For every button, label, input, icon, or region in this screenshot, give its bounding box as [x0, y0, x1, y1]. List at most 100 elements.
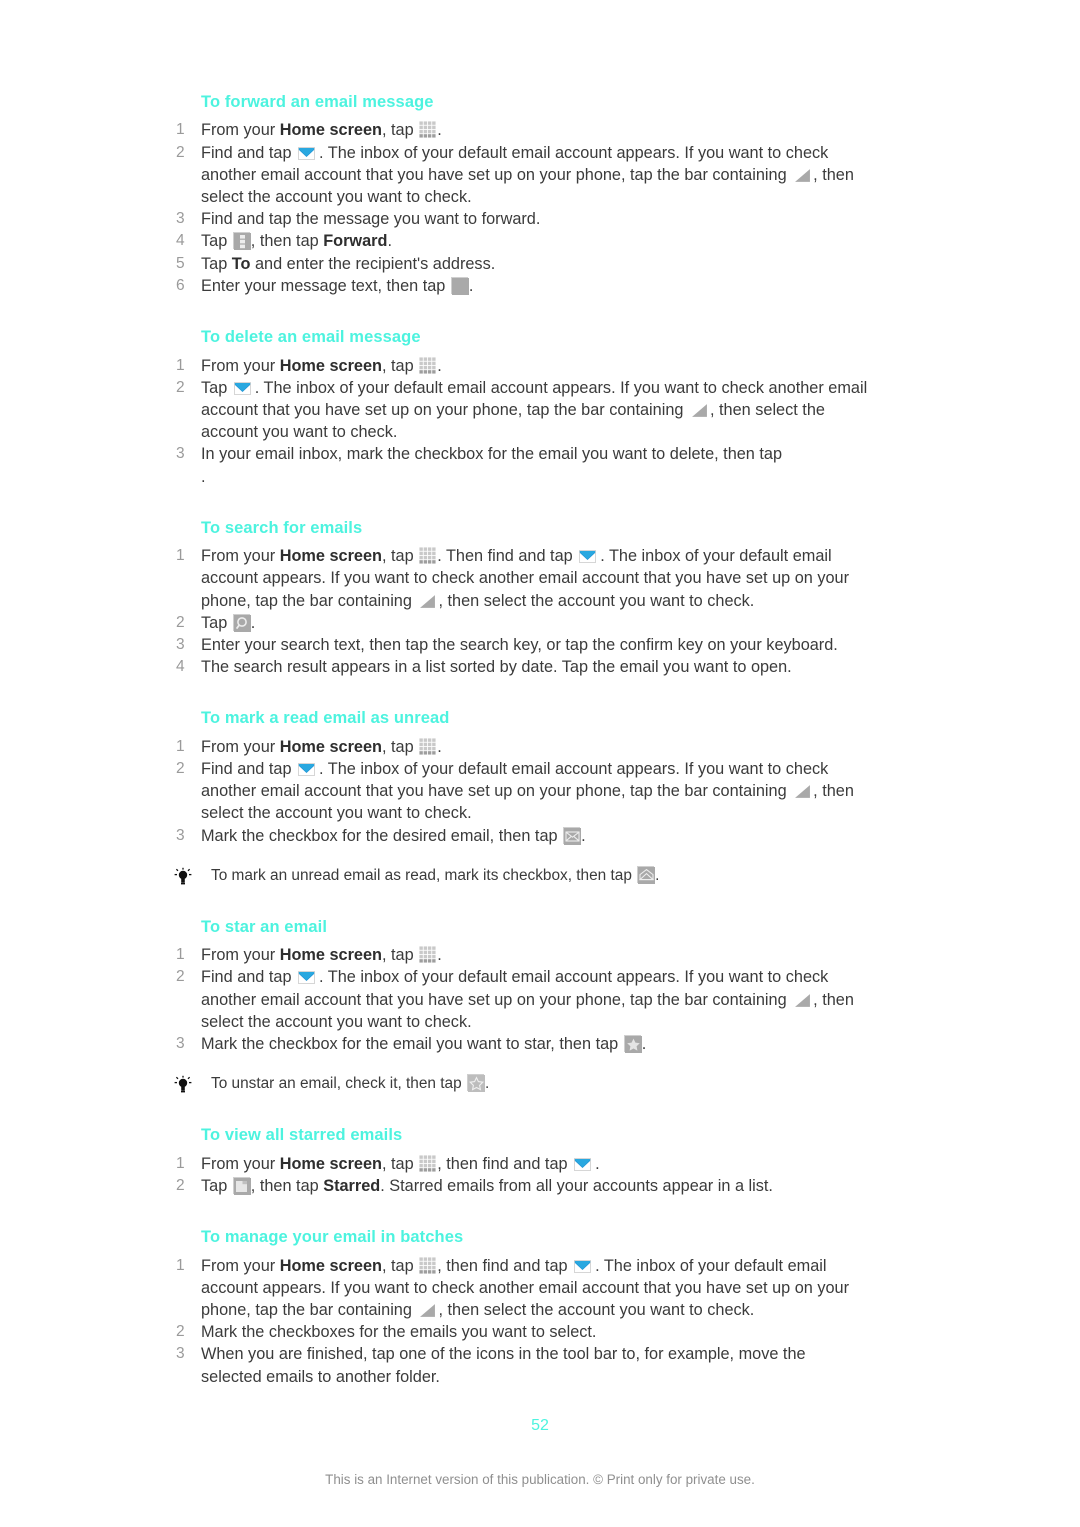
emphasis-text: Home screen	[279, 1154, 382, 1173]
emphasis-text: Forward	[323, 232, 388, 251]
step-text: Mark the checkbox for the email you want…	[201, 1035, 623, 1054]
triangle-expand-icon	[419, 593, 436, 608]
instruction-section: To star an email 1 From your Home screen, …	[170, 917, 870, 1095]
step-item: 3 Enter your search text, then tap the se…	[170, 634, 870, 656]
email-envelope-icon	[298, 761, 317, 776]
step-text: In your email inbox, mark the checkbox f…	[201, 445, 783, 464]
step-number: 6	[176, 276, 185, 294]
emphasis-text: Home screen	[279, 547, 382, 566]
step-number: 3	[176, 210, 185, 228]
step-text: , tap	[381, 1256, 419, 1275]
step-item: 4 Tap , then tap Forward.	[170, 230, 870, 252]
step-text: From your	[201, 1154, 280, 1173]
step-text: .	[641, 1035, 647, 1054]
step-text: .	[581, 826, 586, 845]
step-number: 2	[176, 1176, 185, 1194]
instruction-section: To search for emails 1 From your Home scre…	[170, 518, 870, 679]
step-item: 2 Tap .	[170, 612, 870, 634]
step-number: 2	[176, 1323, 185, 1341]
step-text: When you are finished, tap one of the ic…	[201, 1345, 806, 1386]
step-item: 3 In your email inbox, mark the checkbox …	[170, 443, 870, 487]
step-text: Enter your search text, then tap the sea…	[201, 635, 838, 654]
step-text: From your	[201, 356, 280, 375]
step-text: , tap	[381, 946, 419, 965]
step-number: 3	[176, 826, 185, 844]
step-number: 1	[176, 1256, 185, 1274]
emphasis-text: Starred	[323, 1176, 381, 1195]
step-item: 6 Enter your message text, then tap .	[170, 275, 870, 297]
step-number: 4	[176, 658, 185, 676]
triangle-expand-icon	[419, 1302, 436, 1317]
step-text: , tap	[381, 121, 419, 140]
step-text: .	[595, 1154, 600, 1173]
step-number: 1	[176, 356, 185, 374]
step-text: The search result appears in a list sort…	[201, 658, 792, 677]
step-text: , then select the account you want to ch…	[438, 1300, 755, 1319]
star-outline-icon	[466, 1074, 485, 1093]
email-envelope-icon	[298, 145, 317, 160]
step-text: From your	[201, 121, 280, 140]
step-number: 4	[176, 232, 185, 250]
mark-read-icon	[637, 865, 656, 884]
step-item: 2 Find and tap . The inbox of your defaul…	[170, 966, 870, 1033]
step-text: , then find and tap	[437, 1154, 573, 1173]
step-text: .	[201, 467, 206, 486]
step-text: To unstar an email, check it, then tap	[211, 1075, 466, 1093]
apps-grid-icon	[419, 946, 436, 963]
star-filled-icon	[623, 1035, 642, 1054]
instruction-section: To mark a read email as unread 1 From your…	[170, 708, 870, 886]
emphasis-text: Home screen	[279, 1256, 382, 1275]
step-number: 2	[176, 760, 185, 778]
step-text: To mark an unread email as read, mark it…	[211, 866, 637, 884]
apps-grid-icon	[419, 738, 436, 755]
step-item: 2 Mark the checkboxes for the emails you …	[170, 1321, 870, 1343]
step-item: 2 Find and tap . The inbox of your defaul…	[170, 142, 870, 209]
step-item: 1 From your Home screen, tap .	[170, 119, 870, 141]
step-text: . Then find and tap	[437, 547, 578, 566]
lightbulb-icon	[172, 1075, 194, 1095]
apps-grid-icon	[419, 547, 436, 564]
step-text: .	[655, 866, 660, 884]
step-text: Tap	[201, 1176, 232, 1195]
triangle-expand-icon	[794, 783, 811, 799]
section-heading: To view all starred emails	[201, 1126, 403, 1145]
step-item: 3 When you are finished, tap one of the i…	[170, 1343, 870, 1387]
step-text: and enter the recipient's address.	[250, 254, 496, 273]
step-item: 1 From your Home screen, tap .	[170, 355, 870, 377]
step-number: 1	[176, 1154, 185, 1172]
step-list: 1 From your Home screen, tap , then find …	[170, 1255, 870, 1388]
step-text: Tap	[201, 232, 232, 251]
step-text: , tap	[381, 737, 419, 756]
apps-grid-icon	[419, 121, 436, 139]
instruction-section: To delete an email message 1 From your Hom…	[170, 327, 870, 488]
step-text: , then tap	[250, 1176, 324, 1195]
section-heading: To search for emails	[201, 518, 363, 537]
step-text: .	[387, 232, 392, 251]
step-number: 2	[176, 613, 185, 631]
step-text: Find and tap	[201, 143, 297, 162]
email-envelope-icon	[574, 1156, 593, 1171]
step-text: .	[484, 1075, 490, 1093]
step-text: , then tap	[250, 232, 324, 251]
overflow-menu-icon	[232, 232, 251, 251]
step-item: 1 From your Home screen, tap , then find …	[170, 1255, 870, 1322]
step-item: 1 From your Home screen, tap .	[170, 944, 870, 966]
step-list: 1 From your Home screen, tap . 2 Find and t…	[170, 944, 870, 1055]
step-text: Find and tap	[201, 968, 297, 987]
emphasis-text: Home screen	[279, 121, 382, 140]
step-number: 1	[176, 737, 185, 755]
step-text: .	[468, 276, 474, 295]
step-item: 3 Mark the checkbox for the email you wan…	[170, 1033, 870, 1055]
triangle-expand-icon	[794, 992, 811, 1007]
step-text: Tap	[201, 254, 232, 273]
step-item: 5 Tap To and enter the recipient's addres…	[170, 253, 870, 275]
instruction-section: To forward an email message 1 From your Ho…	[170, 92, 870, 297]
email-envelope-icon	[579, 548, 598, 564]
step-item: 1 From your Home screen, tap . Then find …	[170, 545, 870, 612]
section-heading: To forward an email message	[201, 93, 434, 111]
step-text: . Starred emails from all your accounts …	[380, 1176, 773, 1195]
step-text: .	[437, 356, 442, 375]
step-number: 1	[176, 946, 185, 964]
step-list: 1 From your Home screen, tap . 2 Find and t…	[170, 736, 870, 847]
step-text: From your	[201, 946, 280, 965]
